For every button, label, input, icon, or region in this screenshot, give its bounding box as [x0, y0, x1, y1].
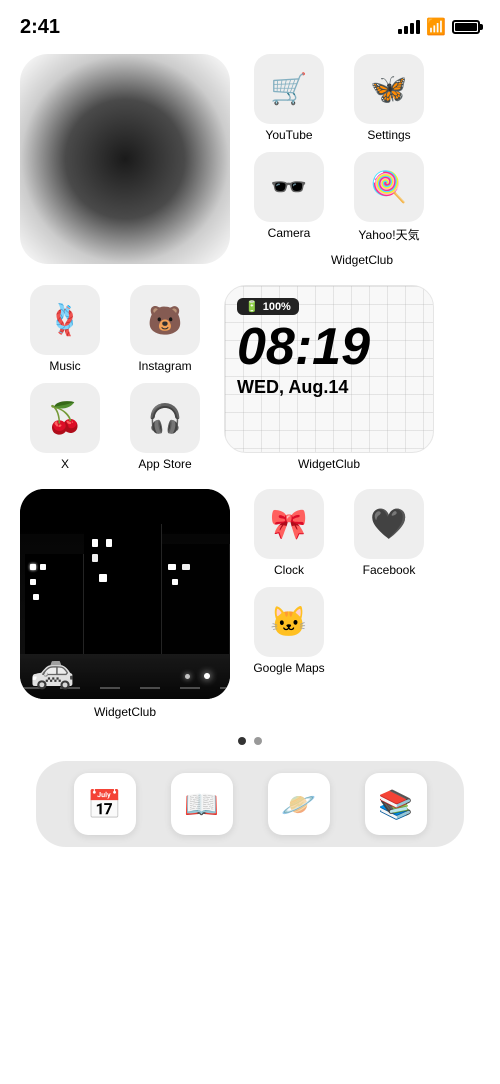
row1-app-row-2: 🕶️ Camera 🍭 Yahoo!天気: [244, 152, 480, 243]
youtube-icon: 🛒: [254, 54, 324, 124]
clock-widget[interactable]: 🔋 100% 08:19 WED, Aug.14: [224, 285, 434, 453]
photo-widget[interactable]: 🚕: [20, 489, 230, 699]
clock-label: Clock: [274, 563, 304, 577]
clock-widget-wrap: 🔋 100% 08:19 WED, Aug.14 WidgetClub: [224, 285, 434, 471]
street-light-1: [204, 673, 210, 679]
clock-battery: 🔋 100%: [237, 298, 299, 315]
dock-flying-saucer[interactable]: 🪐: [268, 773, 330, 835]
settings-icon: 🦋: [354, 54, 424, 124]
googlemaps-icon: 🐱: [254, 587, 324, 657]
page-dots: [20, 737, 480, 745]
page-dot-1[interactable]: [238, 737, 246, 745]
instagram-icon: 🐻: [130, 285, 200, 355]
signal-icon: [398, 20, 420, 34]
app-music[interactable]: 🪢 Music: [20, 285, 110, 373]
app-youtube[interactable]: 🛒 YouTube: [244, 54, 334, 142]
x-label: X: [61, 457, 69, 471]
status-bar: 2:41 📶: [0, 0, 500, 44]
yahoo-label: Yahoo!天気: [358, 226, 419, 243]
widgetclub-label-1: WidgetClub: [244, 253, 480, 267]
music-icon: 🪢: [30, 285, 100, 355]
facebook-icon: 🖤: [354, 489, 424, 559]
youtube-label: YouTube: [265, 128, 312, 142]
row1-app-row-1: 🛒 YouTube 🦋 Settings: [244, 54, 480, 142]
photo-widget-label: WidgetClub: [94, 705, 156, 719]
home-screen: 🛒 YouTube 🦋 Settings 🕶️ Camera 🍭 Yahoo!天…: [0, 44, 500, 857]
photo-widget-wrap: 🚕 WidgetClub: [20, 489, 230, 719]
clock-time: 08:19: [237, 321, 370, 373]
facebook-label: Facebook: [363, 563, 416, 577]
app-appstore[interactable]: 🎧 App Store: [120, 383, 210, 471]
app-clock[interactable]: 🎀 Clock: [244, 489, 334, 577]
x-icon: 🍒: [30, 383, 100, 453]
row1-apps: 🛒 YouTube 🦋 Settings 🕶️ Camera 🍭 Yahoo!天…: [244, 54, 480, 267]
appstore-icon: 🎧: [130, 383, 200, 453]
row3-app-row-1: 🪢 Music 🐻 Instagram: [20, 285, 210, 373]
page-dot-2[interactable]: [254, 737, 262, 745]
app-instagram[interactable]: 🐻 Instagram: [120, 285, 210, 373]
row3: 🪢 Music 🐻 Instagram 🍒 X 🎧 App Store: [20, 285, 480, 471]
car: 🚕: [30, 649, 75, 691]
camera-label: Camera: [268, 226, 311, 240]
camera-icon: 🕶️: [254, 152, 324, 222]
dock-stack[interactable]: 📚: [365, 773, 427, 835]
googlemaps-label: Google Maps: [253, 661, 324, 675]
status-icons: 📶: [398, 17, 480, 37]
music-label: Music: [49, 359, 80, 373]
widgetclub-widget-1[interactable]: [20, 54, 230, 264]
instagram-label: Instagram: [138, 359, 191, 373]
app-settings[interactable]: 🦋 Settings: [344, 54, 434, 142]
app-camera[interactable]: 🕶️ Camera: [244, 152, 334, 243]
appstore-label: App Store: [138, 457, 191, 471]
dock-books[interactable]: 📖: [171, 773, 233, 835]
app-facebook[interactable]: 🖤 Facebook: [344, 489, 434, 577]
battery-icon: [452, 20, 480, 34]
app-yahoo[interactable]: 🍭 Yahoo!天気: [344, 152, 434, 243]
row4-right-apps: 🎀 Clock 🖤 Facebook 🐱 Google Maps: [244, 489, 480, 719]
app-googlemaps[interactable]: 🐱 Google Maps: [244, 587, 334, 675]
clock-date: WED, Aug.14: [237, 377, 348, 398]
row3-left-apps: 🪢 Music 🐻 Instagram 🍒 X 🎧 App Store: [20, 285, 210, 471]
yahoo-icon: 🍭: [354, 152, 424, 222]
dock: 📅 📖 🪐 📚: [36, 761, 464, 847]
clock-icon: 🎀: [254, 489, 324, 559]
clock-widget-label: WidgetClub: [298, 457, 360, 471]
buildings: [20, 534, 230, 654]
settings-label: Settings: [367, 128, 410, 142]
dock-calendar[interactable]: 📅: [74, 773, 136, 835]
row4: 🚕 WidgetClub 🎀 Clock 🖤 Facebook: [20, 489, 480, 719]
street-light-2: [185, 674, 190, 679]
city-scene: 🚕: [20, 489, 230, 699]
row4-app-row-2: 🐱 Google Maps: [244, 587, 480, 675]
status-time: 2:41: [20, 16, 60, 39]
app-x[interactable]: 🍒 X: [20, 383, 110, 471]
row3-app-row-2: 🍒 X 🎧 App Store: [20, 383, 210, 471]
row4-app-row-1: 🎀 Clock 🖤 Facebook: [244, 489, 480, 577]
wifi-icon: 📶: [426, 17, 446, 37]
row1: 🛒 YouTube 🦋 Settings 🕶️ Camera 🍭 Yahoo!天…: [20, 54, 480, 267]
